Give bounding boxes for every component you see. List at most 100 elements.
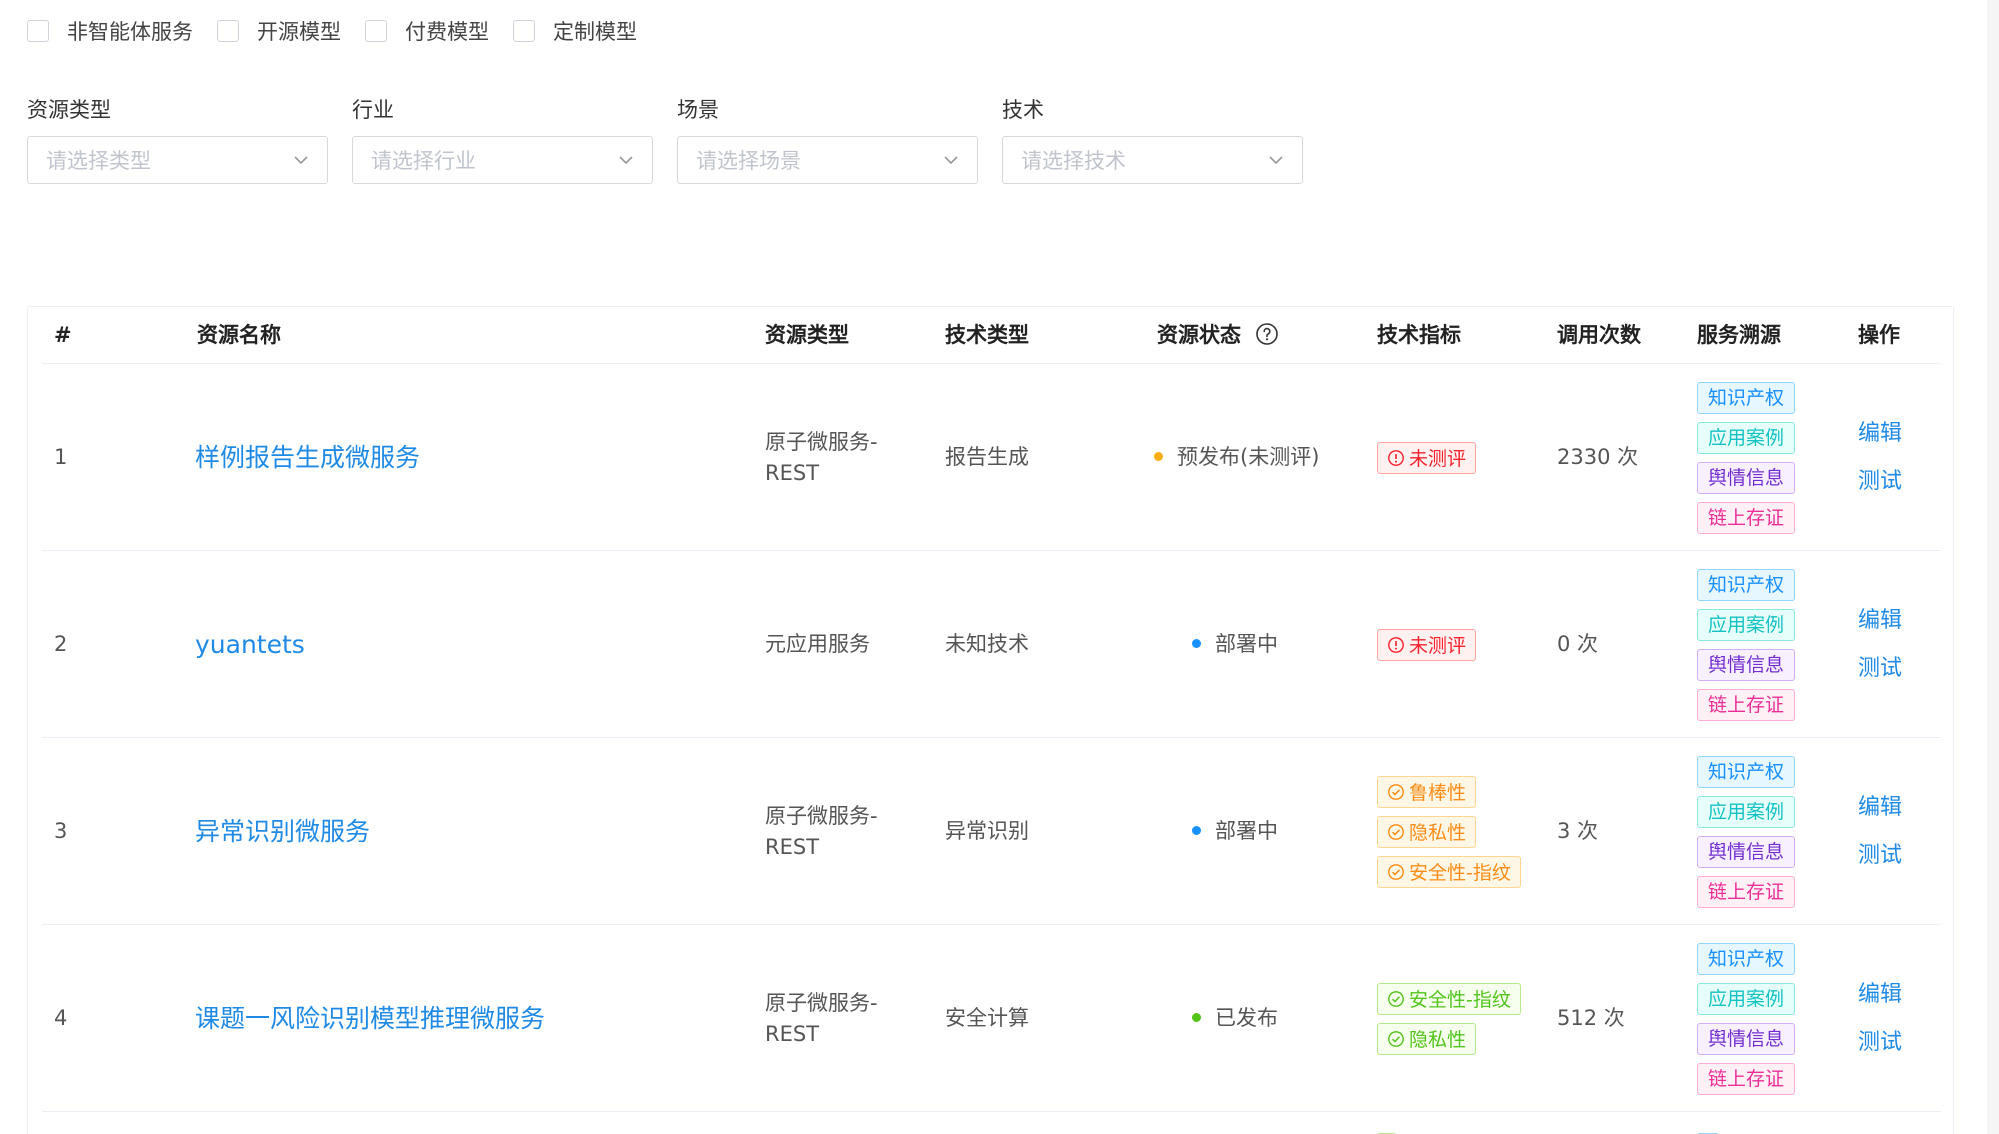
resource-type: 元应用服务 (765, 551, 905, 738)
select-placeholder: 请选择场景 (696, 149, 801, 173)
status-label: 预发布(未测评) (1177, 445, 1320, 469)
checkbox-box[interactable] (217, 20, 239, 42)
row-actions: 编辑 测试 (1858, 364, 1902, 551)
resource-name-link[interactable]: 异常识别微服务 (195, 738, 370, 925)
resource-type-text: 原子微服务-REST (765, 990, 878, 1046)
checkbox-open-source-model[interactable]: 开源模型 (217, 16, 341, 46)
source-tag-onchain[interactable]: 链上存证 (1697, 688, 1796, 721)
service-sources: 知识产权应用案例舆情信息链上存证 (1697, 925, 1796, 1112)
filter-resource-type: 资源类型 请选择类型 (27, 96, 328, 184)
source-tag-sentiment[interactable]: 舆情信息 (1697, 648, 1796, 681)
source-tag-case[interactable]: 应用案例 (1697, 421, 1796, 454)
metric-tag-label: 未测评 (1409, 635, 1467, 657)
resource-name-link[interactable]: yuantets (195, 551, 305, 738)
checkbox-label: 定制模型 (553, 20, 637, 44)
scenario-select[interactable]: 请选择场景 (677, 136, 978, 184)
resource-type-select[interactable]: 请选择类型 (27, 136, 328, 184)
test-button[interactable]: 测试 (1858, 1019, 1902, 1067)
filter-label: 场景 (677, 98, 719, 122)
checkbox-label: 付费模型 (405, 20, 489, 44)
checkbox-box[interactable] (27, 20, 49, 42)
table-row: 1 样例报告生成微服务 原子微服务-REST 报告生成 预发布(未测评) 未测评… (42, 364, 1941, 551)
call-count: 0 次 (1557, 632, 1599, 656)
chevron-down-icon (294, 156, 308, 165)
select-placeholder: 请选择技术 (1021, 149, 1126, 173)
header-status-label: 资源状态 (1157, 323, 1241, 347)
metric-tag-label: 隐私性 (1409, 822, 1467, 844)
service-sources: 知识产权应用案例舆情信息链上存证 (1697, 551, 1796, 738)
header-name: 资源名称 (197, 323, 281, 347)
chevron-down-icon (619, 156, 633, 165)
status-label: 部署中 (1215, 819, 1278, 843)
checkbox-custom-model[interactable]: 定制模型 (513, 16, 637, 46)
table-row-partial (42, 1112, 1941, 1134)
source-tag-ip[interactable]: 知识产权 (1697, 755, 1796, 788)
source-tag-ip[interactable]: 知识产权 (1697, 381, 1796, 414)
source-tag-onchain[interactable]: 链上存证 (1697, 1062, 1796, 1095)
row-actions: 编辑 测试 (1858, 925, 1902, 1112)
table-header: # 资源名称 资源类型 技术类型 资源状态 技术指标 调用次数 服务溯源 操作 (42, 307, 1941, 364)
test-button[interactable]: 测试 (1858, 832, 1902, 880)
page-scrollbar[interactable] (1987, 0, 1999, 1134)
header-status: 资源状态 (1157, 307, 1279, 364)
filter-bar: 资源类型 请选择类型 行业 请选择行业 场景 请选择场景 技术 请选择技术 (27, 96, 1327, 184)
edit-button[interactable]: 编辑 (1858, 597, 1902, 645)
resource-type-text: 原子微服务-REST (765, 803, 878, 859)
source-tag-ip[interactable]: 知识产权 (1697, 942, 1796, 975)
checkbox-non-agent-service[interactable]: 非智能体服务 (27, 16, 193, 46)
help-circle-icon[interactable] (1255, 322, 1279, 346)
source-tag-case[interactable]: 应用案例 (1697, 795, 1796, 828)
status-dot (1192, 826, 1201, 835)
status-label: 部署中 (1215, 632, 1278, 656)
metric-tag-label: 安全性-指纹 (1409, 989, 1511, 1011)
table-row: 4 课题一风险识别模型推理微服务 原子微服务-REST 安全计算 已发布 安全性… (42, 925, 1941, 1112)
filter-scenario: 场景 请选择场景 (677, 96, 978, 184)
resource-name-link[interactable]: 课题一风险识别模型推理微服务 (195, 925, 545, 1112)
metric-tag-label: 安全性-指纹 (1409, 862, 1511, 884)
call-count: 2330 次 (1557, 445, 1639, 469)
resource-name-link[interactable]: 样例报告生成微服务 (195, 364, 420, 551)
resource-status: 部署中 (1192, 738, 1278, 925)
edit-button[interactable]: 编辑 (1858, 784, 1902, 832)
filter-industry: 行业 请选择行业 (352, 96, 653, 184)
tech-metrics: 安全性-指纹 隐私性 (1377, 925, 1521, 1112)
source-tag-case[interactable]: 应用案例 (1697, 608, 1796, 641)
edit-button[interactable]: 编辑 (1858, 971, 1902, 1019)
service-sources: 知识产权应用案例舆情信息链上存证 (1697, 738, 1796, 925)
filter-technology: 技术 请选择技术 (1002, 96, 1303, 184)
source-tag-sentiment[interactable]: 舆情信息 (1697, 835, 1796, 868)
source-tag-onchain[interactable]: 链上存证 (1697, 501, 1796, 534)
resource-status: 部署中 (1192, 551, 1278, 738)
header-ops: 操作 (1858, 323, 1900, 347)
checkbox-box[interactable] (365, 20, 387, 42)
test-button[interactable]: 测试 (1858, 645, 1902, 693)
industry-select[interactable]: 请选择行业 (352, 136, 653, 184)
tech-metrics: 未测评 (1377, 551, 1477, 738)
checkbox-paid-model[interactable]: 付费模型 (365, 16, 489, 46)
resource-type-text: 原子微服务-REST (765, 429, 878, 485)
test-button[interactable]: 测试 (1858, 458, 1902, 506)
check-circle-icon (1388, 783, 1404, 800)
header-calls: 调用次数 (1557, 323, 1641, 347)
source-tag-sentiment[interactable]: 舆情信息 (1697, 1022, 1796, 1055)
tech-type: 报告生成 (945, 445, 1029, 469)
select-placeholder: 请选择行业 (371, 149, 476, 173)
source-tag-case[interactable]: 应用案例 (1697, 982, 1796, 1015)
resource-type-text: 元应用服务 (765, 632, 870, 656)
row-index: 3 (54, 819, 68, 843)
source-tag-sentiment[interactable]: 舆情信息 (1697, 461, 1796, 494)
filter-label: 技术 (1002, 98, 1044, 122)
status-dot (1154, 452, 1163, 461)
edit-button[interactable]: 编辑 (1858, 410, 1902, 458)
source-tag-onchain[interactable]: 链上存证 (1697, 875, 1796, 908)
checkbox-box[interactable] (513, 20, 535, 42)
technology-select[interactable]: 请选择技术 (1002, 136, 1303, 184)
check-circle-icon (1388, 1030, 1404, 1047)
row-actions: 编辑 测试 (1858, 551, 1902, 738)
table-row: 3 异常识别微服务 原子微服务-REST 异常识别 部署中 鲁棒性 隐私性 安全性-… (42, 738, 1941, 925)
header-type: 资源类型 (765, 323, 849, 347)
metric-tag: 未测评 (1377, 441, 1477, 474)
source-tag-ip[interactable]: 知识产权 (1697, 568, 1796, 601)
exclamation-circle-icon (1388, 636, 1404, 653)
tech-metrics: 鲁棒性 隐私性 安全性-指纹 (1377, 738, 1521, 925)
